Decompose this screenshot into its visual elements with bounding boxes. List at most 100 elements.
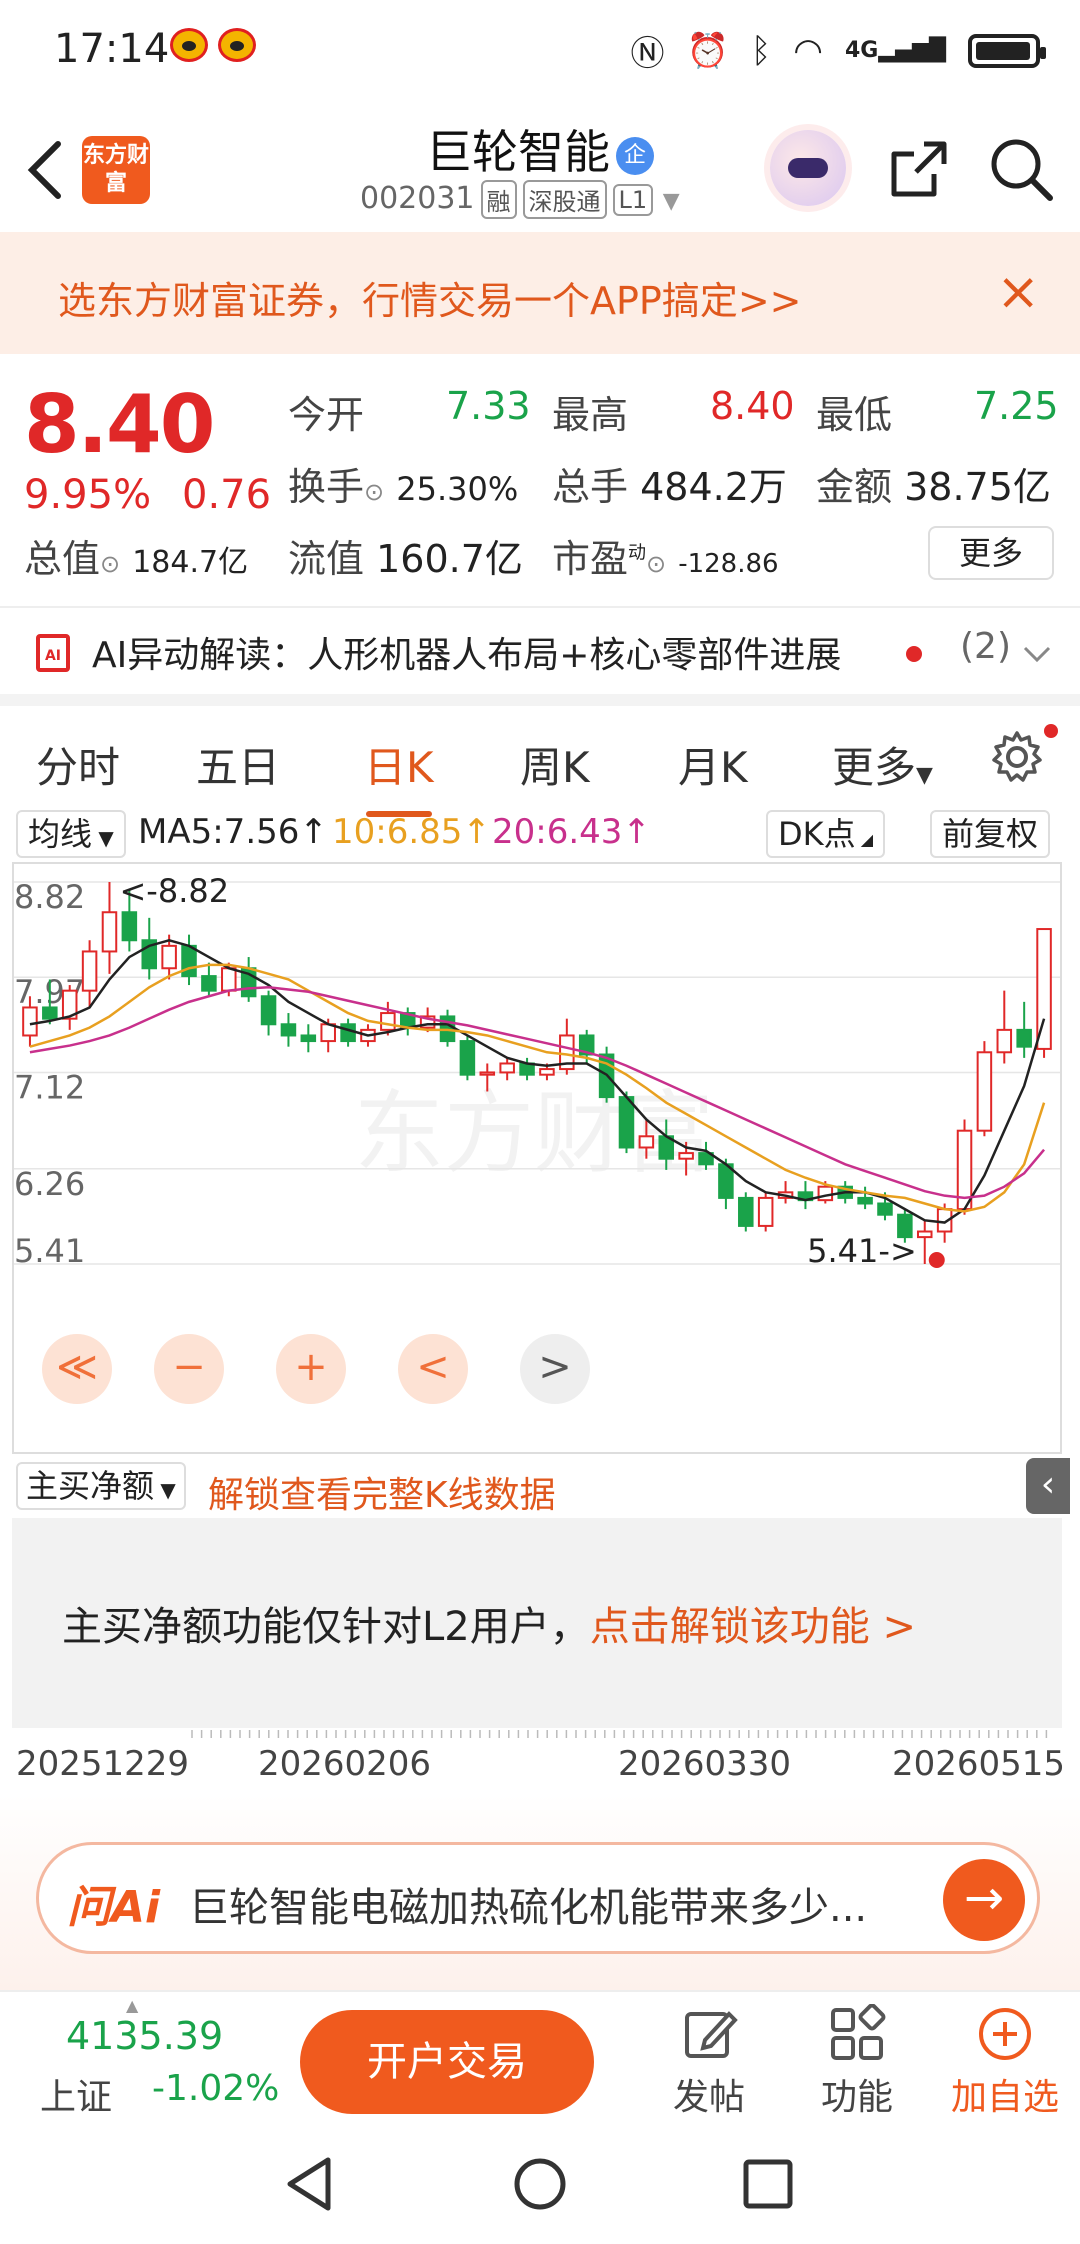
tab-monthly-k[interactable]: 月K	[678, 734, 748, 795]
y-tick-label: 6.26	[14, 1165, 85, 1203]
function-button[interactable]: 功能	[802, 2003, 912, 2120]
signal-icon: 4G▂▄▆█	[844, 38, 946, 63]
tab-daily-k[interactable]: 日K	[364, 734, 434, 817]
float-cap-field: 流值 160.7亿	[288, 537, 523, 581]
date-axis: 20251229 20260206 20260330 20260515	[12, 1730, 1065, 1794]
zoom-out-button[interactable]: −	[154, 1334, 224, 1404]
ask-ai-logo: 问Ai	[67, 1882, 161, 1933]
unread-dot	[906, 646, 922, 662]
tab-five-day[interactable]: 五日	[196, 734, 280, 795]
tab-weekly-k[interactable]: 周K	[520, 734, 590, 795]
ai-insight-bar[interactable]: AI AI异动解读：人形机器人布局+核心零部件进展 (2)	[0, 606, 1080, 694]
candle-body	[81, 950, 98, 992]
zoom-in-button[interactable]: +	[276, 1334, 346, 1404]
caret-up-icon[interactable]: ▲	[126, 1996, 138, 2015]
tab-intraday[interactable]: 分时	[36, 734, 120, 795]
index-name[interactable]: 上证	[40, 2068, 112, 2120]
ma-selector[interactable]: 均线 ▼	[16, 810, 126, 858]
ai-doc-icon: AI	[36, 634, 70, 672]
enterprise-badge: 企	[616, 136, 654, 175]
more-button[interactable]: 更多	[928, 526, 1054, 580]
ai-robot-avatar[interactable]	[770, 130, 846, 206]
adjust-button[interactable]: 前复权	[930, 810, 1051, 858]
arrow-right-icon[interactable]: →	[943, 1859, 1025, 1941]
max-price-label: <-8.82	[119, 872, 229, 910]
candle-body	[459, 1040, 476, 1076]
candle-body	[22, 1006, 38, 1037]
promo-text[interactable]: 选东方财富证券，行情交易一个APP搞定>>	[58, 270, 802, 325]
ai-insight-count: (2)	[960, 626, 1011, 667]
tab-more[interactable]: 更多▼	[832, 734, 933, 795]
amount-field: 金额 38.75亿	[816, 465, 1051, 509]
nav-home-icon[interactable]	[512, 2156, 568, 2212]
open-value: 7.33	[446, 384, 531, 428]
candle-body	[817, 1185, 834, 1202]
pe-field: 市盈动⊙ -128.86	[552, 537, 779, 581]
rewind-button[interactable]: ≪	[42, 1334, 112, 1404]
stock-code-row: 002031 融深股通 L1 ▼	[360, 180, 680, 219]
ask-ai-input[interactable]: 问Ai 巨轮智能电磁加热硫化机能带来多少... →	[36, 1842, 1040, 1954]
indicator-selector[interactable]: 主买净额 ▼	[16, 1462, 186, 1510]
stock-header: 东方财富 巨轮智能企 002031 融深股通 L1 ▼	[0, 100, 1080, 230]
candle-body	[42, 1006, 58, 1020]
edit-icon	[685, 2011, 738, 2058]
index-change[interactable]: -1.02%	[152, 2068, 279, 2109]
collapse-arrow-icon[interactable]: ‹	[1026, 1458, 1070, 1514]
stock-code: 002031	[360, 181, 475, 216]
tag-margin: 融	[480, 180, 517, 219]
kline-chart[interactable]: 东方财富 8.82 7.97 7.12 6.26 5.41 <-8.82 5.41-> ≪…	[12, 862, 1062, 1454]
chevron-down-icon[interactable]	[1022, 644, 1052, 664]
nav-back-icon[interactable]	[284, 2156, 334, 2212]
scroll-left-button[interactable]: <	[398, 1334, 468, 1404]
open-account-trade-button[interactable]: 开户交易	[300, 2010, 594, 2114]
candle-body	[181, 944, 197, 978]
weibo-notification-icon	[218, 28, 256, 62]
latest-dot	[928, 1252, 945, 1268]
unlock-link[interactable]: 解锁查看完整K线数据	[208, 1466, 556, 1518]
candle-body	[300, 1034, 317, 1043]
share-icon[interactable]	[884, 134, 954, 204]
high-value: 8.40	[710, 384, 795, 428]
post-button[interactable]: 发帖	[654, 2004, 764, 2120]
l2-lock-panel[interactable]: 主买净额功能仅针对L2用户，点击解锁该功能 >	[12, 1518, 1062, 1728]
search-icon[interactable]	[986, 134, 1056, 204]
sub-indicator-bar: 主买净额 ▼ 解锁查看完整K线数据 ‹	[12, 1458, 1070, 1516]
status-time: 17:14	[54, 26, 170, 72]
candle-body	[678, 1152, 694, 1160]
battery-icon	[968, 33, 1046, 68]
promo-banner[interactable]: 选东方财富证券，行情交易一个APP搞定>> ×	[0, 232, 1080, 354]
candle-body	[976, 1051, 993, 1132]
date-label: 20260330	[618, 1744, 792, 1784]
candle-body	[479, 1071, 496, 1076]
add-watchlist-button[interactable]: 加自选	[950, 2004, 1060, 2120]
ai-insight-text[interactable]: AI异动解读：人形机器人布局+核心零部件进展	[92, 626, 841, 678]
candle-body	[260, 995, 277, 1026]
unlock-feature-link[interactable]: 点击解锁该功能 >	[590, 1604, 916, 1650]
alarm-icon: ⏰	[686, 30, 729, 71]
scroll-right-button[interactable]: >	[520, 1334, 590, 1404]
low-field: 最低	[816, 393, 893, 437]
candle-body	[916, 1230, 933, 1239]
candle-body	[101, 911, 118, 953]
ask-ai-question[interactable]: 巨轮智能电磁加热硫化机能带来多少...	[189, 1875, 867, 1933]
nav-recents-icon[interactable]	[742, 2158, 794, 2210]
candle-body	[161, 944, 177, 970]
ma-indicator-bar: 均线 ▼ MA5:7.56↑ 10:6.85↑ 20:6.43↑ DK点 ◢ 前…	[0, 804, 1080, 860]
gear-icon[interactable]	[990, 730, 1044, 784]
chevron-down-icon[interactable]: ▼	[663, 189, 680, 214]
close-icon[interactable]: ×	[996, 262, 1040, 322]
y-tick-label: 7.12	[14, 1068, 85, 1106]
notification-dot	[1044, 724, 1058, 738]
y-tick-label: 5.41	[14, 1232, 85, 1270]
candle-body	[539, 1068, 555, 1076]
stock-name: 巨轮智能	[426, 125, 610, 179]
candle-body	[201, 975, 217, 992]
candle-body	[638, 1135, 655, 1149]
candle-body	[996, 1028, 1013, 1054]
dk-point-button[interactable]: DK点 ◢	[766, 810, 886, 858]
low-value: 7.25	[974, 384, 1059, 428]
open-field: 今开	[288, 393, 365, 437]
candle-body	[340, 1023, 356, 1043]
index-value[interactable]: 4135.39	[66, 2014, 223, 2058]
nfc-icon: Ⓝ	[630, 34, 665, 74]
